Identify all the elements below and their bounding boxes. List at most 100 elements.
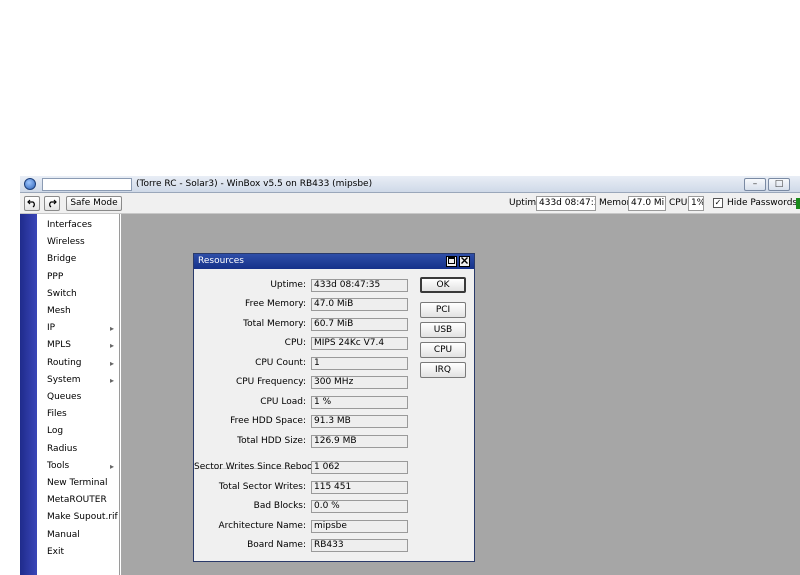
cpu-button[interactable]: CPU <box>420 342 466 358</box>
menu-item-bridge[interactable]: Bridge <box>37 251 120 268</box>
menu-item-label: PPP <box>47 271 64 282</box>
menu-item-new-terminal[interactable]: New Terminal <box>37 475 120 492</box>
toolbar: Safe Mode Uptime: 433d 08:47:35 Memory: … <box>20 193 800 214</box>
resource-value: 1 % <box>311 396 408 409</box>
winbox-logo-icon <box>24 178 36 190</box>
menu-item-label: New Terminal <box>47 478 108 488</box>
resource-label: Total HDD Size: <box>237 436 306 446</box>
resource-label: Architecture Name: <box>218 521 306 531</box>
memory-value: 47.0 MiB <box>628 196 666 211</box>
menu-item-queues[interactable]: Queues <box>37 389 120 406</box>
menu-item-label: Log <box>47 426 64 437</box>
resource-label: Total Sector Writes: <box>218 482 306 492</box>
maximize-button[interactable]: □ <box>768 178 790 191</box>
menu-item-label: Wireless <box>47 237 85 248</box>
menu-item-manual[interactable]: Manual <box>37 527 120 544</box>
menu-item-interfaces[interactable]: Interfaces <box>37 217 120 234</box>
resource-label: CPU Load: <box>260 397 306 407</box>
menu-item-label: Queues <box>47 392 82 402</box>
resource-value: 0.0 % <box>311 500 408 513</box>
resource-value: mipsbe <box>311 520 408 533</box>
resource-value: 433d 08:47:35 <box>311 279 408 292</box>
menu-item-label: Radius <box>47 443 78 454</box>
main-menu: Interfaces Wireless Bridge PPP Switch Mesh IP ▸… <box>37 214 120 575</box>
menu-item-label: System <box>47 374 81 385</box>
undo-icon <box>27 199 35 208</box>
menu-item-metarouter[interactable]: MetaROUTER <box>37 492 120 509</box>
menu-item-ppp[interactable]: PPP <box>37 269 120 286</box>
resource-label: Sector Writes Since Reboot: <box>194 462 320 472</box>
resource-label: Uptime: <box>270 280 306 290</box>
menu-item-ip[interactable]: IP ▸ <box>37 320 120 337</box>
resource-value: 300 MHz <box>311 376 408 389</box>
resource-value: 115 451 <box>311 481 408 494</box>
hide-passwords-label: Hide Passwords <box>727 198 798 208</box>
menu-item-mesh[interactable]: Mesh <box>37 303 120 320</box>
menu-item-log[interactable]: Log <box>37 423 120 440</box>
resource-label: Free Memory: <box>245 299 306 309</box>
redo-icon <box>49 199 57 208</box>
menu-item-routing[interactable]: Routing ▸ <box>37 355 120 372</box>
menu-item-label: MPLS <box>47 340 71 351</box>
resource-label: Bad Blocks: <box>253 501 306 511</box>
resource-label: Total Memory: <box>243 319 306 329</box>
menu-item-switch[interactable]: Switch <box>37 286 120 303</box>
cpu-value: 1% <box>688 196 704 211</box>
menu-item-label: Tools <box>47 460 70 471</box>
dialog-title: Resources <box>198 256 244 266</box>
window-title: (Torre RC - Solar3) - WinBox v5.5 on RB4… <box>136 179 373 189</box>
resource-value: 91.3 MB <box>311 415 408 428</box>
menu-item-exit[interactable]: Exit <box>37 544 120 561</box>
menu-item-label: Manual <box>47 529 80 540</box>
menu-item-make-supout-rif[interactable]: Make Supout.rif <box>37 509 120 526</box>
menu-item-label: Files <box>47 409 67 420</box>
usb-button[interactable]: USB <box>420 322 466 338</box>
resources-dialog: Resources OK PCI USB CPU IRQ Uptime: 433d… <box>193 253 475 562</box>
submenu-arrow-icon: ▸ <box>109 358 114 368</box>
resource-value: 126.9 MB <box>311 435 408 448</box>
resource-value: 1 062 <box>311 461 408 474</box>
pci-button[interactable]: PCI <box>420 302 466 318</box>
ok-button[interactable]: OK <box>420 277 466 293</box>
resource-label: Board Name: <box>247 540 306 550</box>
resource-value: 1 <box>311 357 408 370</box>
submenu-arrow-icon: ▸ <box>109 461 114 471</box>
menu-item-wireless[interactable]: Wireless <box>37 234 120 251</box>
menu-item-radius[interactable]: Radius <box>37 441 120 458</box>
menu-item-label: IP <box>47 323 56 334</box>
dialog-maximize-button[interactable] <box>446 256 457 267</box>
menu-item-label: MetaROUTER <box>47 495 107 506</box>
undo-button[interactable] <box>24 196 40 211</box>
minimize-button[interactable]: – <box>744 178 766 191</box>
menu-item-label: Interfaces <box>47 220 92 230</box>
menu-item-label: Make Supout.rif <box>47 512 118 523</box>
menu-item-label: Exit <box>47 546 65 557</box>
resource-value: 47.0 MiB <box>311 298 408 311</box>
status-indicator <box>796 198 800 209</box>
uptime-value: 433d 08:47:35 <box>536 196 596 211</box>
menu-item-label: Routing <box>47 357 82 368</box>
dialog-body: OK PCI USB CPU IRQ Uptime: 433d 08:47:35 F… <box>194 269 474 561</box>
resource-value: 60.7 MiB <box>311 318 408 331</box>
submenu-arrow-icon: ▸ <box>109 375 114 385</box>
submenu-arrow-icon: ▸ <box>109 341 114 351</box>
irq-button[interactable]: IRQ <box>420 362 466 378</box>
menu-item-system[interactable]: System ▸ <box>37 372 120 389</box>
winbox-side-banner <box>20 214 37 575</box>
maximize-icon <box>448 257 455 264</box>
hide-passwords-checkbox[interactable]: ✓ <box>713 198 723 208</box>
resource-value: RB433 <box>311 539 408 552</box>
menu-item-label: Bridge <box>47 254 77 265</box>
redo-button[interactable] <box>44 196 60 211</box>
resource-label: CPU: <box>284 338 306 348</box>
menu-item-tools[interactable]: Tools ▸ <box>37 458 120 475</box>
menu-item-mpls[interactable]: MPLS ▸ <box>37 337 120 354</box>
resource-label: CPU Frequency: <box>235 377 306 387</box>
close-icon <box>461 257 468 264</box>
dialog-close-button[interactable] <box>459 256 470 267</box>
resource-label: Free HDD Space: <box>230 416 306 426</box>
submenu-arrow-icon: ▸ <box>109 324 114 334</box>
menu-item-files[interactable]: Files <box>37 406 120 423</box>
resource-value: MIPS 24Kc V7.4 <box>311 337 408 350</box>
safe-mode-button[interactable]: Safe Mode <box>66 196 122 211</box>
